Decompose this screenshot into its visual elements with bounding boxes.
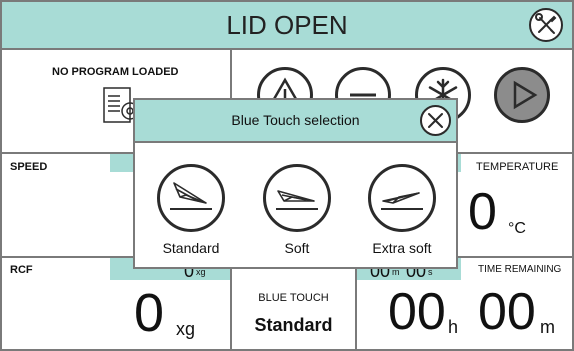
blue-touch-label: BLUE TOUCH <box>258 292 329 304</box>
option-extra-soft-button[interactable] <box>368 164 436 232</box>
program-status: NO PROGRAM LOADED <box>52 66 179 78</box>
rcf-setpoint-unit: xg <box>196 267 206 277</box>
time-setpoint-seconds-unit: s <box>428 267 433 277</box>
option-standard-label: Standard <box>162 240 220 256</box>
rcf-unit: xg <box>176 319 196 339</box>
blue-touch-value: Standard <box>254 315 333 335</box>
speed-label: SPEED <box>10 161 48 173</box>
paper-plane-extra-soft-icon <box>381 192 423 210</box>
time-hours: 00 <box>388 283 446 341</box>
temperature-label: TEMPERATURE <box>476 161 559 173</box>
time-minutes: 00 <box>478 283 536 341</box>
rcf-label: RCF <box>10 264 33 276</box>
time-minutes-unit: m <box>540 317 555 337</box>
option-extra-soft[interactable]: Extra soft <box>357 158 447 262</box>
time-hours-unit: h <box>448 317 459 337</box>
settings-button[interactable] <box>529 8 563 42</box>
option-soft[interactable]: Soft <box>252 158 342 262</box>
option-soft-button[interactable] <box>263 164 331 232</box>
rcf-value: 0 <box>134 283 165 343</box>
time-remaining-label: TIME REMAINING <box>478 264 562 275</box>
play-icon <box>513 80 538 110</box>
temperature-unit: °C <box>508 220 526 237</box>
option-standard-button[interactable] <box>157 164 225 232</box>
temperature-value: 0 <box>468 183 497 241</box>
paper-plane-standard-icon <box>170 182 212 210</box>
blue-touch-dialog: Blue Touch selection Standard Soft Extra… <box>133 98 458 269</box>
option-extra-soft-label: Extra soft <box>372 240 432 256</box>
paper-plane-soft-icon <box>276 190 318 210</box>
option-soft-label: Soft <box>284 240 310 256</box>
dialog-title: Blue Touch selection <box>231 112 360 128</box>
option-standard[interactable]: Standard <box>146 158 236 262</box>
dialog-close-button[interactable] <box>420 105 451 136</box>
close-icon <box>428 113 443 128</box>
start-button[interactable] <box>494 67 550 123</box>
time-setpoint-minutes-unit: m <box>392 267 400 277</box>
status-title: LID OPEN <box>226 10 348 40</box>
centrifuge-screen: LID OPEN NO PROGRAM LOADED SPEED TEMPERA… <box>0 0 574 351</box>
wrench-screwdriver-icon <box>535 13 557 34</box>
